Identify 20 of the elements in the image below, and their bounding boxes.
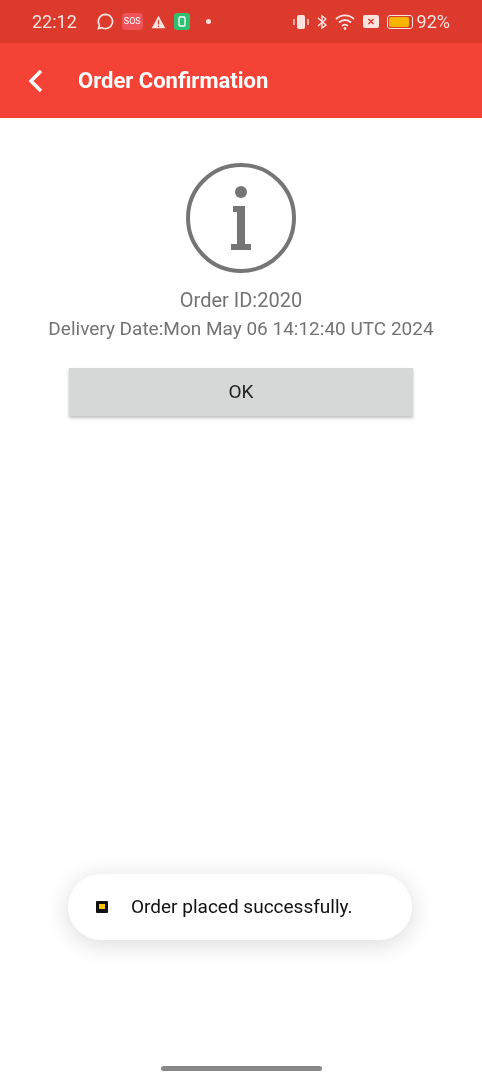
sos-badge: SOS — [121, 13, 143, 30]
vibrate-icon — [292, 13, 309, 30]
back-icon — [28, 67, 44, 94]
sim-card-icon — [362, 15, 379, 28]
toolbar-title: Order Confirmation — [78, 67, 269, 95]
order-id-text: Order ID:2020 — [179, 287, 303, 314]
battery-percentage: 92% — [416, 10, 450, 34]
toast-message: Order placed successfully. — [131, 893, 353, 920]
status-time: 22:12 — [32, 10, 77, 34]
bluetooth-icon — [316, 13, 327, 30]
warning-icon — [150, 14, 166, 29]
app-icon — [96, 901, 108, 913]
battery-icon — [386, 14, 413, 29]
dot-icon — [205, 19, 211, 24]
ok-button[interactable]: OK — [69, 368, 413, 416]
wifi-icon — [334, 13, 355, 30]
delivery-date-text: Delivery Date:Mon May 06 14:12:40 UTC 2024 — [48, 316, 434, 342]
battery-app-icon — [173, 13, 190, 30]
chat-bubble-icon — [96, 13, 114, 30]
info-icon — [185, 162, 297, 274]
